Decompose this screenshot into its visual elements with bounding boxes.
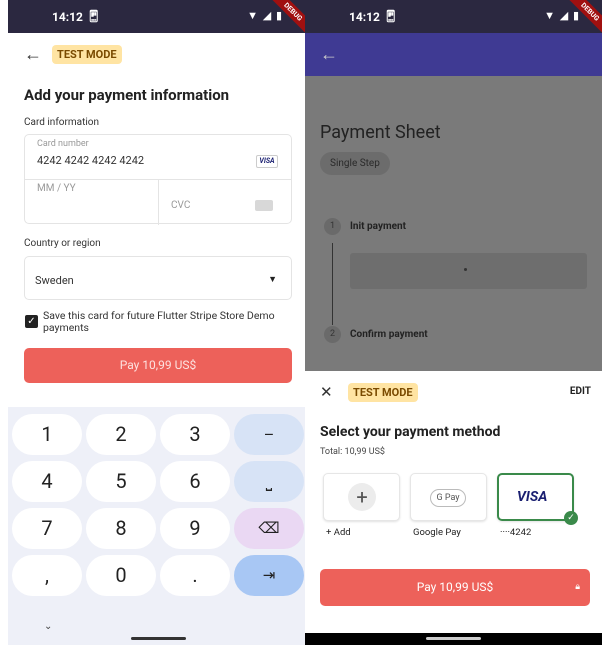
card-number-input[interactable]: 4242 4242 4242 4242: [37, 154, 144, 167]
key-1[interactable]: 1: [12, 414, 82, 455]
visa-brand-icon: VISA: [256, 155, 278, 168]
status-icons: ▼ ◢ ▮: [544, 9, 580, 22]
divider: [158, 179, 159, 225]
key-5[interactable]: 5: [86, 461, 156, 502]
app-bar: ←: [305, 33, 602, 76]
key-6[interactable]: 6: [160, 461, 230, 502]
google-pay-card[interactable]: G Pay: [410, 473, 487, 521]
card-info-label: Card information: [24, 117, 100, 128]
save-card-checkbox[interactable]: ✓: [25, 315, 38, 328]
step-2-label: Confirm payment: [350, 329, 428, 340]
cvc-input[interactable]: CVC: [171, 200, 190, 211]
key-8[interactable]: 8: [86, 508, 156, 549]
sheet-title: Select your payment method: [320, 424, 501, 440]
card-input-group: Card number 4242 4242 4242 4242 VISA MM …: [24, 134, 292, 225]
page-title: Add your payment information: [24, 86, 230, 104]
gpay-icon: G Pay: [430, 489, 466, 507]
key-backspace[interactable]: ⌫: [234, 508, 304, 549]
sim-icon: 📱︎: [383, 9, 399, 23]
test-mode-badge: TEST MODE: [52, 45, 122, 64]
status-time: 14:12: [349, 10, 380, 24]
country-label: Country or region: [24, 238, 101, 249]
plus-icon: +: [348, 483, 376, 511]
total-amount: Total: 10,99 US$: [320, 447, 385, 457]
card-number-label: Card number: [37, 139, 89, 149]
google-pay-label: Google Pay: [413, 527, 461, 538]
save-card-label: Save this card for future Flutter Stripe…: [43, 309, 275, 334]
stepper-line: [332, 243, 333, 325]
status-time: 14:12: [52, 10, 83, 24]
back-arrow-icon[interactable]: ←: [320, 44, 338, 65]
step-1-number: 1: [324, 218, 341, 235]
country-select[interactable]: Sweden ▼: [24, 256, 292, 300]
pay-button[interactable]: Pay 10,99 US$ 🔒︎: [320, 569, 590, 606]
pay-button[interactable]: Pay 10,99 US$: [24, 348, 292, 383]
loading-dot: [464, 268, 467, 271]
step-1-label: Init payment: [350, 221, 407, 232]
payment-sheet-screen: 14:12 📱︎ ▼ ◢ ▮ DEBUG ← Payment Sheet Sin…: [305, 0, 602, 645]
cvc-card-icon: [255, 200, 273, 211]
key-minus[interactable]: –: [234, 414, 304, 455]
numeric-keyboard: 1 2 3 – 4 5 6 ⎵ 7 8 9 ⌫ , 0 . ⇥ ⌄: [8, 407, 305, 645]
country-value: Sweden: [35, 274, 74, 287]
back-arrow-icon[interactable]: ←: [24, 44, 42, 65]
check-icon: ✓: [564, 511, 578, 525]
step-content: [350, 253, 587, 289]
nav-bar: [305, 633, 602, 645]
close-icon[interactable]: ✕: [320, 383, 333, 401]
key-0[interactable]: 0: [86, 555, 156, 596]
chevron-down-icon[interactable]: ⌄: [44, 621, 52, 632]
nav-handle: [131, 637, 186, 640]
saved-visa-card[interactable]: VISA ✓: [497, 473, 578, 525]
card-entry-screen: 14:12 📱︎ ▼ ◢ ▮ DEBUG ← TEST MODE Add you…: [8, 0, 305, 645]
status-icons: ▼ ◢ ▮: [247, 9, 283, 22]
key-next[interactable]: ⇥: [234, 555, 304, 596]
status-bar: 14:12 📱︎ ▼ ◢ ▮ DEBUG: [305, 0, 602, 38]
pay-button-label: Pay 10,99 US$: [416, 580, 494, 594]
visa-icon: VISA: [517, 489, 548, 505]
status-bar: 14:12 📱︎ ▼ ◢ ▮ DEBUG: [8, 0, 305, 38]
key-7[interactable]: 7: [12, 508, 82, 549]
step-2-number: 2: [324, 326, 341, 343]
key-3[interactable]: 3: [160, 414, 230, 455]
key-2[interactable]: 2: [86, 414, 156, 455]
key-4[interactable]: 4: [12, 461, 82, 502]
dropdown-caret-icon: ▼: [268, 275, 277, 285]
key-space[interactable]: ⎵: [234, 461, 304, 502]
edit-button[interactable]: EDIT: [570, 386, 591, 397]
expiry-input[interactable]: MM / YY: [37, 183, 76, 194]
key-9[interactable]: 9: [160, 508, 230, 549]
sim-icon: 📱︎: [86, 9, 102, 23]
single-step-chip: Single Step: [320, 152, 390, 175]
test-mode-badge: TEST MODE: [348, 383, 418, 402]
key-period[interactable]: .: [160, 555, 230, 596]
key-comma[interactable]: ,: [12, 555, 82, 596]
visa-last4-label: ····4242: [500, 527, 532, 538]
add-payment-card[interactable]: +: [323, 473, 400, 521]
dimmed-background: Payment Sheet Single Step 1 Init payment…: [305, 76, 602, 371]
page-title: Payment Sheet: [320, 122, 441, 143]
lock-icon: 🔒︎: [575, 582, 580, 592]
add-label: + Add: [326, 527, 351, 538]
nav-handle: [426, 637, 481, 640]
payment-sheet: ✕ TEST MODE EDIT Select your payment met…: [305, 371, 602, 645]
